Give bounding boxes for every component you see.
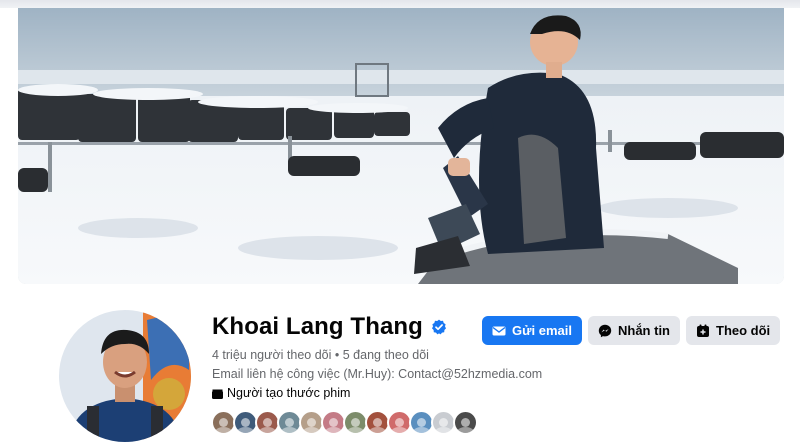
follow-icon: [697, 324, 709, 337]
cover-photo[interactable]: [18, 8, 784, 284]
profile-actions: Gửi email Nhắn tin Theo dõi: [482, 316, 781, 345]
follow-label: Theo dõi: [716, 323, 771, 338]
cover-photo-image: [18, 8, 784, 284]
follow-button[interactable]: Theo dõi: [686, 316, 781, 345]
messenger-icon: [598, 324, 612, 337]
message-button[interactable]: Nhắn tin: [588, 316, 680, 345]
verified-badge-icon: [431, 319, 447, 335]
clapperboard-icon: [212, 388, 223, 399]
top-bar-strip: [0, 0, 800, 8]
friends-preview[interactable]: [211, 410, 478, 435]
profile-name: Khoai Lang Thang: [212, 313, 423, 340]
profile-category-label: Người tạo thước phim: [227, 386, 351, 400]
followers-count[interactable]: 4 triệu người theo dõi • 5 đang theo dõi: [212, 348, 429, 362]
profile-name-row: Khoai Lang Thang: [212, 313, 447, 341]
profile-avatar[interactable]: [56, 307, 194, 445]
contact-email-line: Email liên hệ công việc (Mr.Huy): Contac…: [212, 367, 543, 381]
profile-category: Người tạo thước phim: [212, 386, 350, 400]
friend-avatar[interactable]: [453, 410, 478, 435]
message-label: Nhắn tin: [618, 323, 670, 338]
send-email-button[interactable]: Gửi email: [482, 316, 582, 345]
profile-avatar-image: [59, 310, 191, 442]
envelope-icon: [492, 326, 506, 335]
send-email-label: Gửi email: [512, 323, 572, 338]
